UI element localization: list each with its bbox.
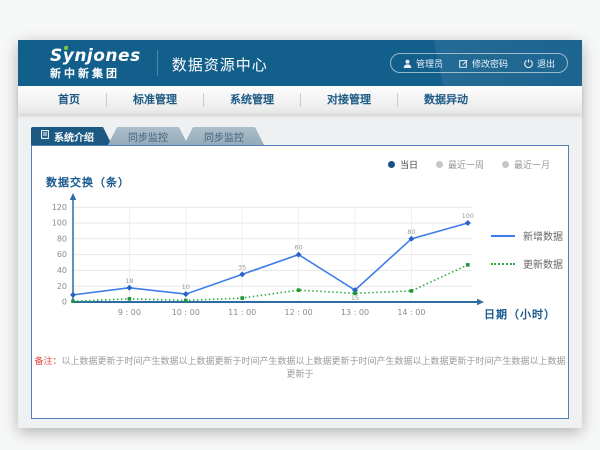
logout-button[interactable]: 退出 — [524, 57, 555, 70]
data-point — [353, 292, 357, 296]
tab-label: 系统介绍 — [54, 129, 94, 144]
document-icon — [41, 130, 49, 142]
tab-label: 同步监控 — [128, 129, 168, 144]
y-tick-label: 120 — [52, 203, 67, 212]
legend-label: 新增数据 — [523, 228, 563, 243]
data-point — [297, 288, 301, 292]
edit-icon — [459, 59, 468, 68]
tab-system-introduction[interactable]: 系统介绍 — [31, 127, 112, 145]
logo-brand-name: Synjones — [50, 48, 141, 65]
x-tick-label: 10 : 00 — [172, 308, 200, 317]
y-tick-label: 60 — [57, 250, 67, 259]
data-point-label: 60 — [294, 244, 302, 252]
chart-panel: 当日 最近一周 最近一月 数据交换（条） 0204060801001209 : … — [31, 145, 569, 419]
y-tick-label: 80 — [57, 234, 67, 243]
legend-item-updated-data: 更新数据 — [491, 256, 563, 271]
y-tick-label: 100 — [52, 219, 67, 228]
user-menu: 管理员 修改密码 退出 — [390, 53, 568, 73]
dotted-line-swatch-icon — [491, 263, 515, 265]
tab-sync-monitor-1[interactable]: 同步监控 — [108, 127, 188, 145]
x-axis-title: 日期（小时） — [484, 306, 556, 322]
x-tick-label: 13 : 00 — [341, 308, 369, 317]
data-point — [184, 299, 188, 303]
user-name-label: 管理员 — [416, 57, 443, 70]
data-point-label: 80 — [407, 228, 415, 236]
data-point-label: 10 — [182, 283, 190, 291]
tab-sync-monitor-2[interactable]: 同步监控 — [184, 127, 264, 145]
current-user-button[interactable]: 管理员 — [403, 57, 443, 70]
nav-item-system-management[interactable]: 系统管理 — [204, 93, 301, 107]
content-area: 系统介绍 同步监控 同步监控 当日 最近一周 — [18, 114, 582, 428]
tab-label: 同步监控 — [204, 129, 244, 144]
x-tick-label: 9 : 00 — [118, 308, 141, 317]
x-axis-arrow-icon — [477, 299, 484, 305]
data-point — [410, 289, 414, 293]
logo-company-name: 新中新集团 — [50, 68, 141, 79]
nav-item-home[interactable]: 首页 — [32, 93, 107, 107]
change-password-button[interactable]: 修改密码 — [459, 57, 508, 70]
company-logo: Synjones 新中新集团 — [50, 48, 141, 79]
data-point-label: 100 — [462, 212, 474, 220]
y-axis-arrow-icon — [70, 193, 76, 200]
nav-item-standard-management[interactable]: 标准管理 — [107, 93, 204, 107]
y-tick-label: 40 — [57, 266, 67, 275]
nav-item-data-change[interactable]: 数据异动 — [398, 93, 494, 107]
x-tick-label: 11 : 00 — [228, 308, 256, 317]
footnote-prefix: 备注： — [34, 357, 61, 367]
data-point — [70, 292, 76, 298]
x-tick-label: 12 : 00 — [285, 308, 313, 317]
app-window: Synjones 新中新集团 数据资源中心 管理员 修改密码 退出 — [18, 40, 582, 428]
user-icon — [403, 59, 412, 68]
data-point — [71, 299, 75, 303]
solid-line-swatch-icon — [491, 235, 515, 237]
power-icon — [524, 59, 533, 68]
data-point — [466, 263, 470, 267]
y-tick-label: 0 — [62, 298, 67, 307]
nav-item-interface-management[interactable]: 对接管理 — [301, 93, 398, 107]
chart-legend: 新增数据 更新数据 — [491, 228, 563, 271]
legend-item-new-data: 新增数据 — [491, 228, 563, 243]
page-title: 数据资源中心 — [157, 50, 268, 76]
data-point — [465, 220, 471, 226]
app-header: Synjones 新中新集团 数据资源中心 管理员 修改密码 退出 — [18, 40, 582, 86]
main-navigation: 首页 标准管理 系统管理 对接管理 数据异动 — [18, 86, 582, 114]
footnote: 备注：以上数据更新于时间产生数据以上数据更新于时间产生数据以上数据更新于时间产生… — [32, 354, 568, 380]
data-point — [240, 296, 244, 300]
y-tick-label: 20 — [57, 282, 67, 291]
logo-leaf-icon — [64, 46, 68, 50]
data-point — [239, 271, 245, 277]
legend-label: 更新数据 — [523, 256, 563, 271]
tab-bar: 系统介绍 同步监控 同步监控 — [31, 127, 264, 145]
data-point-label: 18 — [125, 277, 133, 285]
logout-label: 退出 — [537, 57, 555, 70]
data-point — [183, 291, 189, 297]
change-password-label: 修改密码 — [472, 57, 508, 70]
footnote-text: 以上数据更新于时间产生数据以上数据更新于时间产生数据以上数据更新于时间产生数据以… — [62, 357, 566, 380]
x-tick-label: 14 : 00 — [397, 308, 425, 317]
data-point — [128, 297, 132, 301]
data-point-label: 35 — [238, 263, 246, 271]
data-point-label: 15 — [351, 294, 359, 302]
